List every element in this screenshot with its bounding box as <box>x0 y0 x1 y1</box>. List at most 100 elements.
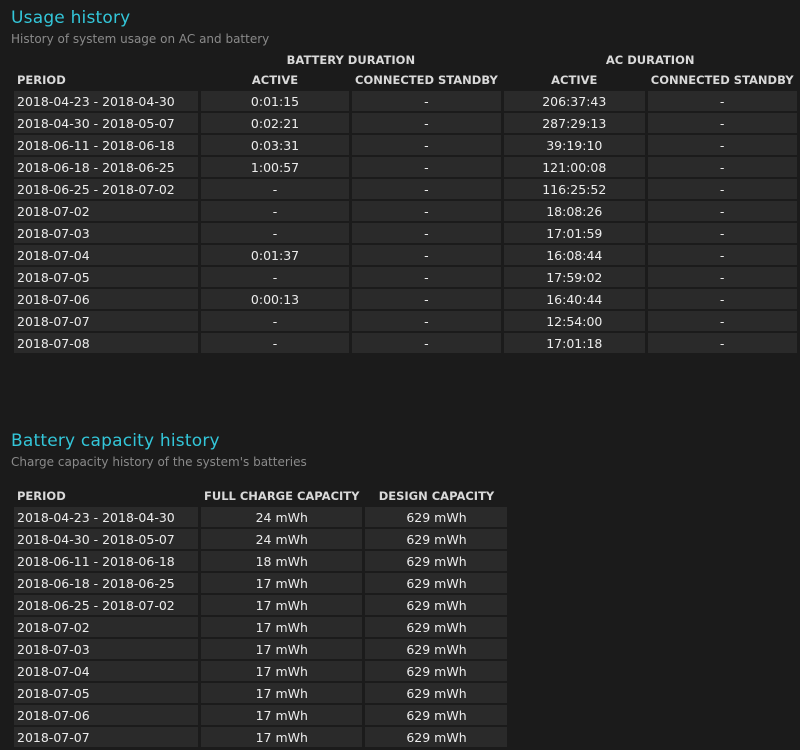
capacity-table-row: 2018-06-25 - 2018-07-02 17 mWh 629 mWh <box>14 595 508 615</box>
usage-period-cell: 2018-07-04 <box>14 245 198 265</box>
usage-table-row: 2018-07-04 0:01:37-16:08:44- <box>14 245 797 265</box>
capacity-period-cell: 2018-04-30 - 2018-05-07 <box>14 529 198 549</box>
ac-connected-standby-cell: - <box>647 135 797 155</box>
ac-active-cell: 12:54:00 <box>503 311 645 331</box>
usage-table-row: 2018-06-11 - 2018-06-18 0:03:31-39:19:10- <box>14 135 797 155</box>
usage-table-row: 2018-07-05- -17:59:02- <box>14 267 797 287</box>
battery-active-cell: 0:00:13 <box>201 289 349 309</box>
ac-active-cell: 17:01:59 <box>503 223 645 243</box>
capacity-period-cell: 2018-06-11 - 2018-06-18 <box>14 551 198 571</box>
usage-table-row: 2018-07-07- -12:54:00- <box>14 311 797 331</box>
full-charge-capacity-cell: 17 mWh <box>201 639 363 659</box>
capacity-period-cell: 2018-04-23 - 2018-04-30 <box>14 507 198 527</box>
capacity-table-row: 2018-07-02 17 mWh 629 mWh <box>14 617 508 637</box>
full-charge-capacity-column-header: FULL CHARGE CAPACITY <box>204 489 360 503</box>
battery-connected-standby-cell: - <box>352 289 501 309</box>
capacity-period-cell: 2018-07-07 <box>14 727 198 747</box>
battery-active-cell: 0:02:21 <box>201 113 349 133</box>
usage-period-cell: 2018-04-23 - 2018-04-30 <box>14 91 198 111</box>
capacity-period-cell: 2018-07-02 <box>14 617 198 637</box>
capacity-table-row: 2018-04-30 - 2018-05-07 24 mWh 629 mWh <box>14 529 508 549</box>
full-charge-capacity-cell: 17 mWh <box>201 573 363 593</box>
capacity-table-row: 2018-06-11 - 2018-06-18 18 mWh 629 mWh <box>14 551 508 571</box>
usage-column-header-row: PERIOD ACTIVE CONNECTED STANDBY ACTIVE C… <box>14 71 797 89</box>
ac-active-cell: 206:37:43 <box>503 91 645 111</box>
battery-capacity-history-title: Battery capacity history <box>11 431 220 451</box>
battery-connected-standby-cell: - <box>352 91 501 111</box>
capacity-period-cell: 2018-06-18 - 2018-06-25 <box>14 573 198 593</box>
ac-active-cell: 287:29:13 <box>503 113 645 133</box>
capacity-table-row: 2018-07-04 17 mWh 629 mWh <box>14 661 508 681</box>
battery-connected-standby-column-header: CONNECTED STANDBY <box>355 73 498 87</box>
usage-period-cell: 2018-06-18 - 2018-06-25 <box>14 157 198 177</box>
capacity-period-cell: 2018-07-03 <box>14 639 198 659</box>
battery-active-cell: - <box>201 267 349 287</box>
battery-active-column-header: ACTIVE <box>251 73 299 87</box>
usage-period-cell: 2018-07-07 <box>14 311 198 331</box>
capacity-column-header-row: PERIOD FULL CHARGE CAPACITY DESIGN CAPAC… <box>14 487 507 505</box>
usage-table-row: 2018-07-03- -17:01:59- <box>14 223 797 243</box>
capacity-table-row: 2018-06-18 - 2018-06-25 17 mWh 629 mWh <box>14 573 508 593</box>
usage-period-cell: 2018-04-30 - 2018-05-07 <box>14 113 198 133</box>
capacity-period-cell: 2018-07-06 <box>14 705 198 725</box>
design-capacity-cell: 629 mWh <box>365 705 508 725</box>
battery-connected-standby-cell: - <box>352 179 501 199</box>
usage-table-row: 2018-04-30 - 2018-05-07 0:02:21-287:29:13… <box>14 113 797 133</box>
full-charge-capacity-cell: 17 mWh <box>201 661 363 681</box>
usage-period-cell: 2018-07-02 <box>14 201 198 221</box>
usage-table-row: 2018-07-08- -17:01:18- <box>14 333 797 353</box>
ac-connected-standby-cell: - <box>647 223 797 243</box>
battery-active-cell: 1:00:57 <box>201 157 349 177</box>
design-capacity-cell: 629 mWh <box>365 683 508 703</box>
capacity-period-cell: 2018-07-05 <box>14 683 198 703</box>
ac-connected-standby-cell: - <box>647 201 797 221</box>
usage-table-row: 2018-07-02- -18:08:26- <box>14 201 797 221</box>
battery-connected-standby-cell: - <box>352 267 501 287</box>
design-capacity-cell: 629 mWh <box>365 661 508 681</box>
ac-connected-standby-cell: - <box>647 311 797 331</box>
ac-active-cell: 16:08:44 <box>503 245 645 265</box>
usage-table-row: 2018-06-18 - 2018-06-25 1:00:57 -121:00:08… <box>14 157 797 177</box>
capacity-period-cell: 2018-07-04 <box>14 661 198 681</box>
capacity-table-row: 2018-07-07 17 mWh 629 mWh <box>14 727 508 747</box>
capacity-period-column-header: PERIOD <box>17 489 66 503</box>
design-capacity-cell: 629 mWh <box>365 639 508 659</box>
ac-active-cell: 121:00:08 <box>503 157 645 177</box>
usage-table-row: 2018-06-25 - 2018-07-02- -116:25:52- <box>14 179 797 199</box>
ac-connected-standby-cell: - <box>647 333 797 353</box>
full-charge-capacity-cell: 17 mWh <box>201 727 363 747</box>
battery-capacity-history-subtitle: Charge capacity history of the system's … <box>11 455 307 469</box>
full-charge-capacity-cell: 24 mWh <box>201 507 363 527</box>
design-capacity-column-header: DESIGN CAPACITY <box>378 489 495 503</box>
battery-connected-standby-cell: - <box>352 223 501 243</box>
ac-connected-standby-cell: - <box>647 157 797 177</box>
design-capacity-cell: 629 mWh <box>365 507 508 527</box>
full-charge-capacity-cell: 17 mWh <box>201 705 363 725</box>
battery-active-cell: 0:01:15 <box>201 91 349 111</box>
capacity-table-row: 2018-07-06 17 mWh 629 mWh <box>14 705 508 725</box>
battery-connected-standby-cell: - <box>352 113 501 133</box>
capacity-table-row: 2018-07-05 17 mWh 629 mWh <box>14 683 508 703</box>
ac-active-cell: 39:19:10 <box>503 135 645 155</box>
ac-connected-standby-cell: - <box>647 267 797 287</box>
design-capacity-cell: 629 mWh <box>365 573 508 593</box>
usage-table-row: 2018-04-23 - 2018-04-30 0:01:15-206:37:43… <box>14 91 797 111</box>
full-charge-capacity-cell: 24 mWh <box>201 529 363 549</box>
design-capacity-cell: 629 mWh <box>365 617 508 637</box>
battery-active-cell: - <box>201 223 349 243</box>
usage-history-title: Usage history <box>11 8 131 28</box>
full-charge-capacity-cell: 17 mWh <box>201 683 363 703</box>
battery-active-cell: - <box>201 201 349 221</box>
battery-capacity-table: PERIOD FULL CHARGE CAPACITY DESIGN CAPAC… <box>11 485 510 749</box>
usage-history-table: BATTERY DURATION AC DURATION PERIOD ACTI… <box>11 49 800 355</box>
ac-active-column-header: ACTIVE <box>551 73 598 87</box>
design-capacity-cell: 629 mWh <box>365 551 508 571</box>
usage-period-cell: 2018-07-08 <box>14 333 198 353</box>
period-column-header: PERIOD <box>17 73 66 87</box>
capacity-period-cell: 2018-06-25 - 2018-07-02 <box>14 595 198 615</box>
battery-active-cell: - <box>201 333 349 353</box>
battery-active-cell: 0:01:37 <box>201 245 349 265</box>
battery-connected-standby-cell: - <box>352 245 501 265</box>
battery-connected-standby-cell: - <box>352 135 501 155</box>
usage-period-cell: 2018-07-03 <box>14 223 198 243</box>
